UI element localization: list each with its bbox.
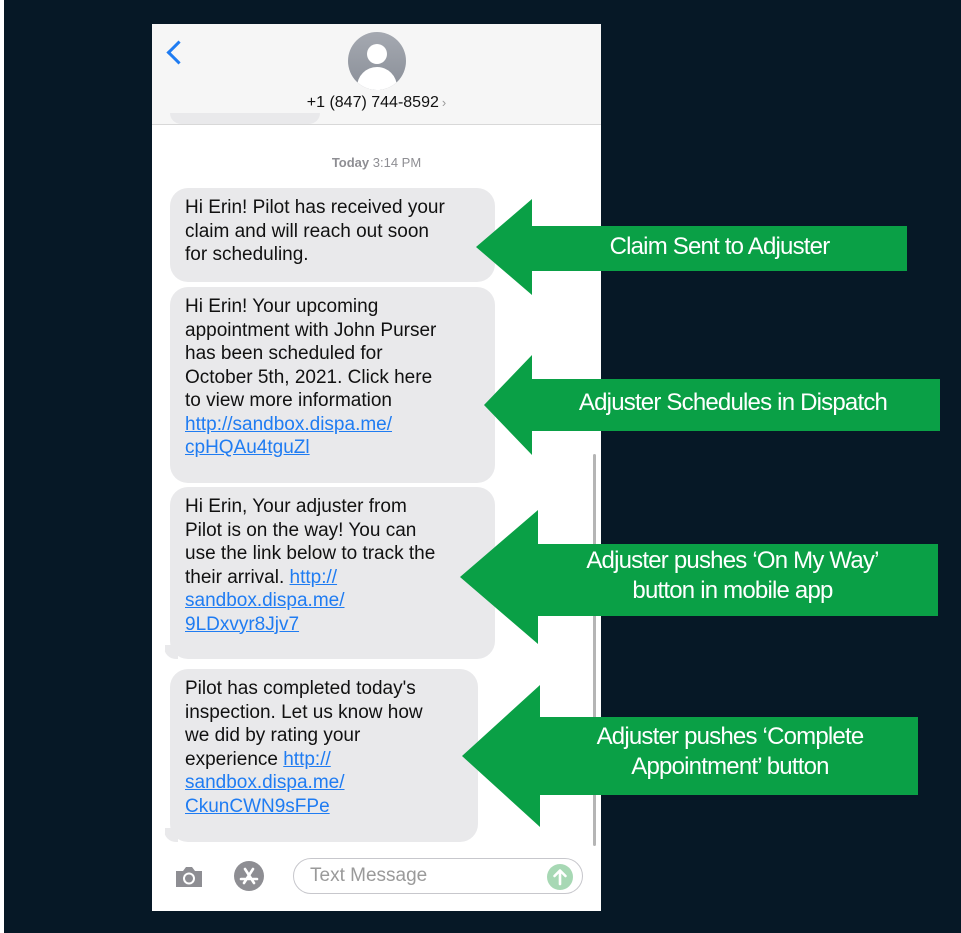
- timestamp-time: 3:14 PM: [372, 155, 422, 170]
- message-line: October 5th, 2021. Click here: [185, 366, 433, 388]
- bubble-tail: [164, 828, 178, 842]
- message-input-placeholder: Text Message: [310, 865, 428, 886]
- message-line: for scheduling.: [185, 244, 309, 265]
- message-line: claim and will reach out soon: [185, 220, 429, 242]
- message-input[interactable]: Text Message: [293, 858, 583, 894]
- message-link[interactable]: cpHQAu4tguZl: [185, 437, 310, 458]
- message-text: their arrival.: [185, 566, 290, 588]
- message-line: appointment with John Purser: [185, 319, 437, 341]
- message-line: inspection. Let us know how: [185, 701, 423, 723]
- avatar-shoulders: [357, 67, 397, 90]
- annotation-label-3: Adjuster pushes ‘On My Way’ button in mo…: [530, 546, 935, 606]
- message-bubble[interactable]: Hi Erin! Your upcoming appointment with …: [170, 287, 495, 483]
- message-link[interactable]: 9LDxvyr8Jjv7: [185, 614, 299, 635]
- send-arrow-icon[interactable]: [547, 864, 573, 890]
- timestamp-day: Today: [331, 155, 370, 170]
- annotation-line: Adjuster Schedules in Dispatch: [578, 389, 888, 416]
- bubble-tail: [164, 645, 178, 659]
- annotation-label-1: Claim Sent to Adjuster: [532, 232, 907, 262]
- person-icon[interactable]: [348, 32, 406, 90]
- message-link[interactable]: http://sandbox.dispa.me/: [185, 414, 392, 435]
- annotation-line: Appointment’ button: [631, 753, 829, 780]
- bubble-tail-mask: [155, 644, 165, 660]
- annotation-line: button in mobile app: [632, 577, 833, 604]
- chevron-right-icon: ›: [441, 95, 447, 110]
- bubble-tail-mask: [155, 827, 165, 843]
- app-store-glyph: [239, 867, 259, 885]
- message-line: Pilot is on the way! You can: [185, 519, 417, 541]
- message-line: we did by rating your: [185, 725, 361, 746]
- message-line: use the link below to track the: [185, 543, 436, 564]
- chevron-left-icon[interactable]: [166, 40, 191, 65]
- annotation-line: Adjuster pushes ‘Complete: [596, 723, 865, 750]
- previous-message-bubble: [170, 113, 320, 124]
- message-line: Hi Erin! Pilot has received your: [185, 197, 445, 218]
- send-arrow-glyph: [553, 869, 567, 886]
- message-line: Hi Erin! Your upcoming: [185, 296, 379, 317]
- message-bubble[interactable]: Pilot has completed today's inspection. …: [170, 669, 478, 842]
- conversation-header: +1 (847) 744-8592 ›: [152, 24, 601, 125]
- message-line: to view more information: [185, 390, 392, 411]
- message-timestamp: Today 3:14 PM: [152, 155, 601, 170]
- message-line: Hi Erin, Your adjuster from: [185, 496, 407, 517]
- avatar-head: [367, 44, 387, 64]
- annotation-label-4: Adjuster pushes ‘Complete Appointment’ b…: [540, 722, 920, 782]
- message-link[interactable]: sandbox.dispa.me/: [185, 590, 345, 611]
- camera-icon[interactable]: [174, 865, 204, 889]
- app-store-icon[interactable]: [234, 861, 264, 891]
- contact-number: +1 (847) 744-8592: [306, 94, 439, 111]
- annotation-line: Claim Sent to Adjuster: [609, 233, 831, 260]
- message-bubble[interactable]: Hi Erin, Your adjuster from Pilot is on …: [170, 487, 495, 659]
- annotation-label-2: Adjuster Schedules in Dispatch: [528, 388, 938, 418]
- annotation-line: Adjuster pushes ‘On My Way’: [586, 547, 879, 574]
- left-edge-strip: [0, 0, 4, 933]
- message-link[interactable]: sandbox.dispa.me/: [185, 772, 345, 793]
- message-link[interactable]: http://: [283, 749, 331, 770]
- message-link[interactable]: CkunCWN9sFPe: [185, 796, 330, 817]
- contact-name[interactable]: +1 (847) 744-8592 ›: [152, 94, 601, 112]
- message-text: experience: [185, 748, 284, 770]
- message-bubble[interactable]: Hi Erin! Pilot has received your claim a…: [170, 188, 495, 282]
- message-line: Pilot has completed today's: [185, 678, 416, 699]
- message-line: has been scheduled for: [185, 343, 383, 364]
- message-link[interactable]: http://: [290, 567, 338, 588]
